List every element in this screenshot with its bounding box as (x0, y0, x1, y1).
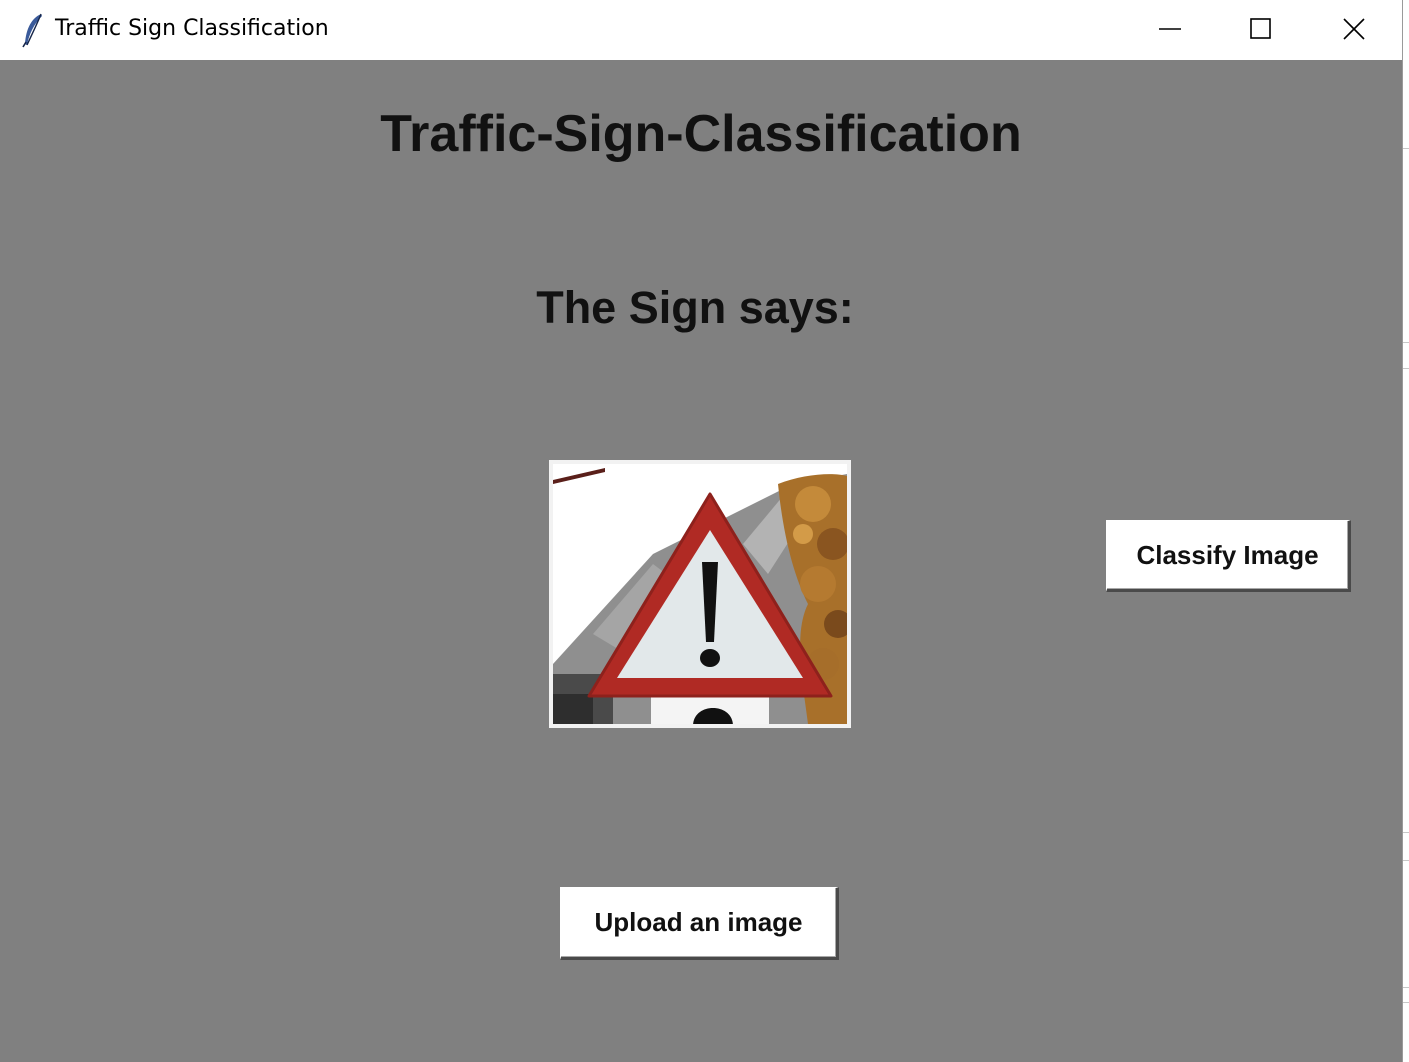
close-button[interactable] (1308, 0, 1400, 58)
minimize-button[interactable] (1124, 0, 1216, 58)
minimize-icon (1159, 28, 1181, 30)
uploaded-sign-image (549, 460, 851, 728)
result-label: The Sign says: (536, 282, 854, 333)
classify-image-button[interactable]: Classify Image (1106, 520, 1351, 592)
window-title: Traffic Sign Classification (55, 16, 329, 41)
app-window: Traffic Sign Classification Traffic-Sign… (0, 0, 1403, 1062)
page-title: Traffic-Sign-Classification (380, 105, 1022, 163)
maximize-icon (1250, 18, 1271, 39)
upload-image-button[interactable]: Upload an image (560, 887, 839, 960)
maximize-button[interactable] (1215, 0, 1307, 58)
title-bar[interactable]: Traffic Sign Classification (0, 0, 1402, 60)
background-strip (1403, 0, 1409, 1062)
close-icon (1343, 18, 1365, 40)
feather-icon (20, 12, 46, 48)
